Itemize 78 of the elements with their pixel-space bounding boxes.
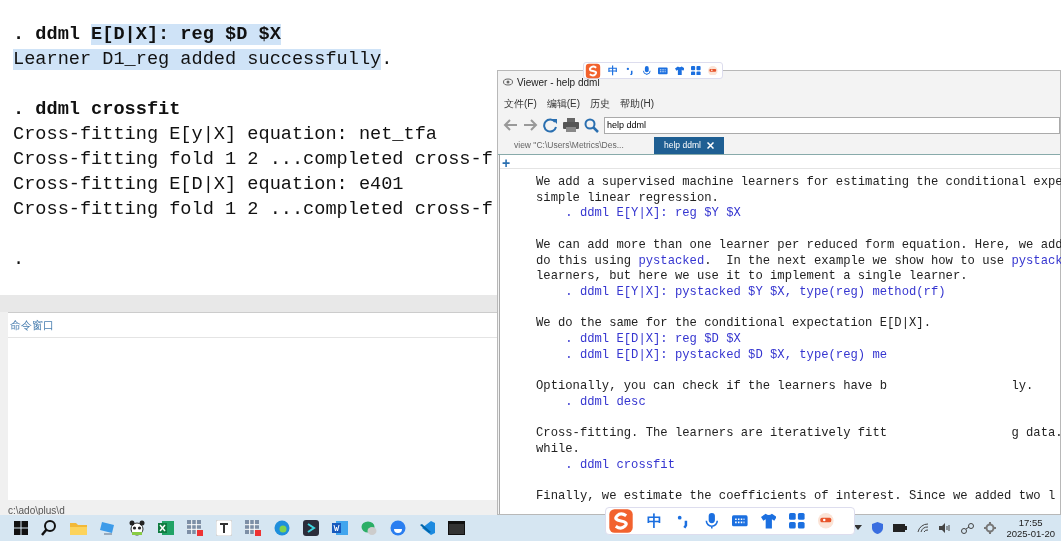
command-window[interactable]: 命令窗口 xyxy=(8,312,497,500)
help-text: Cross-fitting. The learners are iteratively fitt xyxy=(536,426,888,442)
settings-icon[interactable] xyxy=(984,522,997,534)
menu-item[interactable]: 文件(F) xyxy=(504,95,537,111)
tab[interactable]: help ddml xyxy=(654,137,724,154)
mascot-icon[interactable] xyxy=(707,65,718,76)
microphone-icon[interactable] xyxy=(641,65,652,76)
output-line: Cross-fitting E[y|X] equation: net_tfa xyxy=(13,123,437,147)
app-icon[interactable] xyxy=(390,520,406,536)
command-link[interactable]: . ddml E[Y|X]: pystacked $Y $X, type(reg) method(rf) xyxy=(565,284,946,301)
help-text: g data. xyxy=(1011,426,1061,442)
link-icon[interactable] xyxy=(961,522,975,534)
status-path: c:\ado\plus\d xyxy=(8,505,65,516)
punctuation-icon[interactable] xyxy=(625,65,635,76)
tab[interactable]: view "C:\Users\Metrics\Des... xyxy=(504,137,654,154)
panda-icon[interactable] xyxy=(129,520,145,536)
input-method-logo-icon[interactable] xyxy=(608,508,634,534)
code-editor-icon[interactable] xyxy=(419,520,435,536)
help-text: learners, but here we use it to implement a single learner. xyxy=(536,269,968,285)
pane-title: 命令窗口 xyxy=(10,319,54,331)
help-text: while. xyxy=(536,441,580,458)
keyboard-icon[interactable] xyxy=(732,513,748,529)
clock-time[interactable]: 17:55 xyxy=(1018,517,1043,528)
output-line: Cross-fitting E[D|X] equation: e401 xyxy=(13,173,404,197)
output-line: Cross-fitting fold 1 2 ...completed cross-f xyxy=(13,148,493,172)
help-text: We can add more than one learner per reduced form equation. Here, we add xyxy=(536,237,1061,254)
microphone-icon[interactable] xyxy=(703,513,720,529)
help-text: We add a supervised machine learners for estimating the conditional expe xyxy=(536,175,1061,191)
command-link[interactable]: . ddml desc xyxy=(565,394,646,411)
command-link[interactable]: . ddml E[D|X]: reg $D $X xyxy=(565,332,741,348)
output-line: . xyxy=(13,248,25,272)
command-link[interactable]: . ddml E[Y|X]: reg $Y $X xyxy=(565,206,741,223)
apps-icon[interactable] xyxy=(789,513,805,529)
spreadsheet-icon[interactable] xyxy=(158,520,174,536)
wifi-icon[interactable] xyxy=(917,523,930,533)
eye-icon xyxy=(503,78,513,86)
grid-icon[interactable] xyxy=(187,520,203,536)
windows-icon[interactable] xyxy=(14,521,28,535)
help-text: simple linear regression. xyxy=(536,190,719,207)
print-icon[interactable] xyxy=(563,118,579,132)
window-title: Viewer - help ddml xyxy=(517,75,600,90)
document-icon[interactable] xyxy=(216,520,232,536)
back-icon[interactable] xyxy=(503,118,518,132)
volume-icon[interactable] xyxy=(939,523,952,533)
menu-item[interactable]: 历史 xyxy=(590,95,611,111)
word-icon[interactable] xyxy=(332,520,348,536)
caret-icon[interactable] xyxy=(854,525,863,531)
search-icon[interactable] xyxy=(41,520,57,536)
forward-icon[interactable] xyxy=(523,118,538,132)
command-link[interactable]: . ddml crossfit xyxy=(565,457,675,474)
new-tab-button[interactable]: + xyxy=(502,156,511,170)
close-icon[interactable] xyxy=(706,142,714,149)
menu-item[interactable]: 编辑(E) xyxy=(546,95,581,111)
keyboard-icon[interactable] xyxy=(658,65,668,76)
command-line: . ddml crossfit xyxy=(13,98,181,122)
input-method-logo-icon[interactable] xyxy=(585,62,601,79)
help-text: ly. xyxy=(1011,379,1034,395)
battery-icon[interactable] xyxy=(893,524,908,532)
menu-item[interactable]: 帮助(H) xyxy=(620,95,654,111)
output-line: Cross-fitting fold 1 2 ...completed cross-f xyxy=(13,198,493,222)
mascot-icon[interactable] xyxy=(817,513,834,529)
shirt-icon[interactable] xyxy=(760,513,777,529)
browser-icon[interactable] xyxy=(274,520,290,536)
refresh-icon[interactable] xyxy=(543,117,558,133)
shield-icon[interactable] xyxy=(872,522,884,534)
clock-date[interactable]: 2025-01-20 xyxy=(1006,528,1055,539)
apps-icon[interactable] xyxy=(691,65,701,76)
help-text: Finally, we estimate the coefficients of interest. Since we added two l xyxy=(536,489,1056,505)
shirt-icon[interactable] xyxy=(674,65,685,76)
help-link[interactable]: pystacked xyxy=(638,253,705,268)
input-mode[interactable]: 中 xyxy=(647,509,662,533)
input-mode[interactable]: 中 xyxy=(608,63,618,78)
grid-icon[interactable] xyxy=(245,520,261,536)
help-text: We do the same for the conditional expectation E[D|X]. xyxy=(536,316,931,332)
search-field[interactable]: help ddml xyxy=(604,116,1060,134)
command-link[interactable]: . ddml E[D|X]: pystacked $D $X, type(reg) me xyxy=(565,347,888,364)
help-text: Optionally, you can check if the learners have b xyxy=(536,379,888,395)
app-icon[interactable] xyxy=(303,520,319,536)
